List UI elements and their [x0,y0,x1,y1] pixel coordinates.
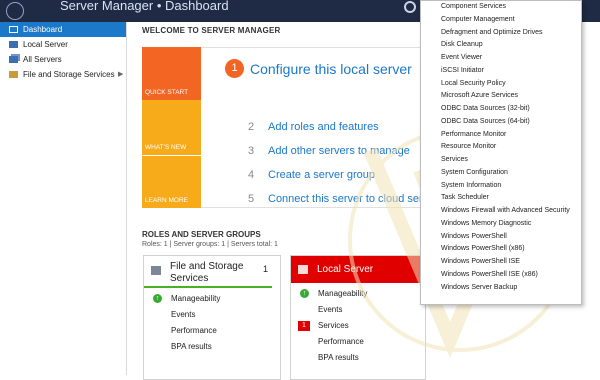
card-header[interactable]: Local Server 1 [291,256,429,283]
card-title: File and Storage Services [170,261,243,285]
step-configure-local-server[interactable]: 1 Configure this local server [225,59,412,78]
card-file-storage[interactable]: File and Storage Services 1 ↑ Manageabil… [143,255,281,380]
back-arrow-icon[interactable] [6,2,24,20]
tile-learn-more[interactable]: LEARN MORE [142,155,201,208]
card-row-performance[interactable]: Performance [144,323,280,339]
tile-label: WHAT'S NEW [145,144,187,151]
card-header[interactable]: File and Storage Services 1 [144,256,272,288]
expand-arrow-icon[interactable]: ▶ [118,67,123,82]
ok-status-icon: ↑ [300,289,309,298]
card-count: 1 [262,264,268,274]
error-count-badge: 1 [298,321,310,331]
step-link[interactable]: Configure this local server [250,61,412,77]
menu-item[interactable]: Services [421,154,581,167]
row-label: Manageability [318,289,368,298]
row-label: Events [171,310,196,319]
step-add-roles[interactable]: 2 Add roles and features [248,121,379,133]
card-row-services[interactable]: 1 Services [291,318,425,334]
card-row-events[interactable]: Events [144,307,280,323]
files-icon [9,71,18,78]
row-label: Events [318,305,343,314]
card-row-bpa[interactable]: BPA results [291,350,425,366]
menu-item[interactable]: System Information [421,180,581,193]
window-title: Server Manager • Dashboard [60,0,229,13]
menu-item[interactable]: Task Scheduler [421,192,581,205]
step-link[interactable]: Create a server group [268,169,375,181]
menu-item[interactable]: Windows PowerShell (x86) [421,243,581,256]
menu-item[interactable]: Windows PowerShell [421,231,581,244]
files-icon [151,266,161,275]
card-local-server[interactable]: Local Server 1 ↑ Manageability Events 1 … [290,255,429,380]
card-row-manageability[interactable]: ↑ Manageability [291,286,425,302]
card-title-line: Services [170,273,209,284]
step-add-servers[interactable]: 3 Add other servers to manage [248,145,410,157]
sidebar-item-label: All Servers [23,55,62,64]
menu-item[interactable]: Microsoft Azure Services [421,90,581,103]
menu-item[interactable]: Event Viewer [421,52,581,65]
sidebar-item-label: Dashboard [23,25,63,34]
sidebar-item-label: File and Storage Services [23,70,115,79]
menu-item[interactable]: Windows Firewall with Advanced Security [421,205,581,218]
step-number: 2 [248,121,255,133]
tile-label: LEARN MORE [145,197,188,204]
sidebar-item-label: Local Server [23,40,68,49]
refresh-icon[interactable] [404,1,416,13]
row-label: BPA results [318,353,359,362]
menu-item[interactable]: Windows Memory Diagnostic [421,218,581,231]
menu-item[interactable]: Disk Cleanup [421,39,581,52]
groups-header: ROLES AND SERVER GROUPS [142,230,261,239]
card-title-line: File and Storage [170,261,244,272]
tile-label: QUICK START [145,89,189,96]
menu-item[interactable]: Windows PowerShell ISE (x86) [421,269,581,282]
sidebar: Dashboard Local Server All Servers File … [0,22,127,375]
step-link[interactable]: Add roles and features [268,121,379,133]
welcome-panel: 1 Configure this local server 2 Add role… [201,47,427,208]
ok-status-icon: ↑ [153,294,162,303]
dashboard-icon [9,26,18,33]
row-label: BPA results [171,342,212,351]
tile-whats-new[interactable]: WHAT'S NEW [142,100,201,155]
card-row-performance[interactable]: Performance [291,334,425,350]
card-row-manageability[interactable]: ↑ Manageability [144,291,280,307]
menu-item[interactable]: Computer Management [421,14,581,27]
row-label: Performance [171,326,217,335]
menu-item[interactable]: System Configuration [421,167,581,180]
server-icon [9,41,18,48]
groups-summary: Roles: 1 | Server groups: 1 | Servers to… [142,241,278,248]
tools-dropdown-menu: Component Services Computer Management Def… [420,0,582,305]
card-row-bpa[interactable]: BPA results [144,339,280,355]
menu-item[interactable]: Performance Monitor [421,129,581,142]
menu-item[interactable]: ODBC Data Sources (32-bit) [421,103,581,116]
step-create-group[interactable]: 4 Create a server group [248,169,375,181]
step-number: 5 [248,193,255,205]
server-icon [298,265,308,274]
sidebar-item-dashboard[interactable]: Dashboard [0,22,126,37]
step-number-badge: 1 [225,59,244,78]
menu-item[interactable]: Windows Server Backup [421,282,581,295]
sidebar-item-file-storage[interactable]: File and Storage Services ▶ [0,67,126,82]
row-label: Services [318,321,349,330]
welcome-header: WELCOME TO SERVER MANAGER [142,26,281,35]
menu-item[interactable]: Component Services [421,1,581,14]
menu-item[interactable]: Resource Monitor [421,141,581,154]
step-link[interactable]: Connect this server to cloud services [268,193,426,205]
menu-item[interactable]: iSCSI Initiator [421,65,581,78]
menu-item[interactable]: Local Security Policy [421,78,581,91]
row-label: Performance [318,337,364,346]
row-label: Manageability [171,294,221,303]
tile-quick-start[interactable]: QUICK START [142,47,201,100]
menu-item[interactable]: Windows PowerShell ISE [421,256,581,269]
sidebar-item-all-servers[interactable]: All Servers [0,52,126,67]
card-title: Local Server [317,264,374,275]
menu-item[interactable]: ODBC Data Sources (64-bit) [421,116,581,129]
step-number: 4 [248,169,255,181]
step-number: 3 [248,145,255,157]
menu-item[interactable]: Defragment and Optimize Drives [421,27,581,40]
sidebar-item-local-server[interactable]: Local Server [0,37,126,52]
card-row-events[interactable]: Events [291,302,425,318]
step-link[interactable]: Add other servers to manage [268,145,410,157]
servers-icon [9,56,18,63]
step-connect-cloud[interactable]: 5 Connect this server to cloud services [248,193,426,205]
